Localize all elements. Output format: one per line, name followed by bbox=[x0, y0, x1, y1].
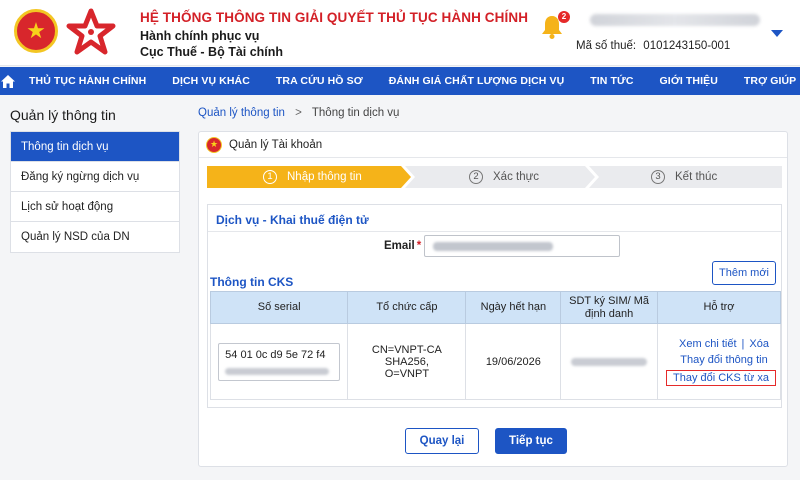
cell-serial: 54 01 0c d9 5e 72 f4 bbox=[209, 323, 349, 400]
table-row: 54 01 0c d9 5e 72 f4 CN=VNPT-CA SHA256, … bbox=[209, 323, 782, 400]
email-value-blurred bbox=[433, 242, 553, 251]
tax-id-row: Mã số thuế: 0101243150-001 bbox=[576, 40, 730, 52]
home-icon[interactable] bbox=[0, 67, 16, 95]
issuer-line2: O=VNPT bbox=[384, 367, 430, 380]
step-number: 1 bbox=[263, 170, 277, 184]
breadcrumb-current: Thông tin dịch vụ bbox=[311, 107, 400, 119]
email-label: Email * bbox=[384, 240, 421, 252]
step-finish: 3 Kết thúc bbox=[589, 166, 782, 188]
support-view-delete: Xem chi tiết | Xóa bbox=[672, 338, 776, 350]
nav-other-services[interactable]: DỊCH VỤ KHÁC bbox=[159, 67, 263, 95]
site-header: ★ HỆ THỐNG THÔNG TIN GIẢI QUYẾT THỦ TỤC … bbox=[0, 0, 800, 66]
cell-sim-id bbox=[560, 323, 658, 400]
step-label: Nhập thông tin bbox=[287, 171, 362, 183]
table-header-row: Số serial Tổ chức cấp Ngày hết hạn SDT k… bbox=[209, 291, 782, 324]
system-subtitle: Hành chính phục vụ bbox=[140, 29, 260, 43]
account-dropdown-icon[interactable] bbox=[771, 30, 783, 37]
sidebar-title: Quản lý thông tin bbox=[10, 107, 116, 123]
agency-name: Cục Thuế - Bộ Tài chính bbox=[140, 45, 284, 59]
sidebar-menu: Thông tin dịch vụ Đăng ký ngừng dịch vụ … bbox=[10, 131, 180, 253]
tax-id-value: 0101243150-001 bbox=[643, 40, 731, 52]
emblem-icon: ★ bbox=[206, 137, 222, 153]
step-number: 3 bbox=[651, 170, 665, 184]
change-cks-remote-link[interactable]: Thay đổi CKS từ xa bbox=[665, 369, 776, 386]
sidebar-item-user-management[interactable]: Quản lý NSD của DN bbox=[11, 222, 179, 252]
user-name-blurred[interactable] bbox=[590, 14, 760, 26]
continue-button[interactable]: Tiếp tục bbox=[495, 428, 567, 454]
notification-badge: 2 bbox=[558, 11, 570, 23]
nav-help[interactable]: TRỢ GIÚP bbox=[731, 67, 800, 95]
service-title: Dịch vụ - Khai thuế điện tử bbox=[216, 213, 369, 227]
cell-issuer: CN=VNPT-CA SHA256, O=VNPT bbox=[347, 323, 467, 400]
serial-box: 54 01 0c d9 5e 72 f4 bbox=[218, 342, 341, 381]
email-field[interactable] bbox=[424, 235, 620, 257]
view-details-link[interactable]: Xem chi tiết bbox=[679, 338, 736, 350]
breadcrumb-link[interactable]: Quản lý thông tin bbox=[198, 107, 285, 119]
issuer-line1: CN=VNPT-CA SHA256, bbox=[371, 343, 442, 368]
delete-link[interactable]: Xóa bbox=[749, 338, 769, 350]
add-new-button[interactable]: Thêm mới bbox=[712, 261, 776, 285]
step-verify: 2 Xác thực bbox=[405, 166, 595, 188]
card-header: ★ Quản lý Tài khoản bbox=[199, 132, 787, 158]
step-enter-info: 1 Nhập thông tin bbox=[207, 166, 411, 188]
step-label: Xác thực bbox=[493, 171, 540, 183]
system-title: HỆ THỐNG THÔNG TIN GIẢI QUYẾT THỦ TỤC HÀ… bbox=[140, 10, 529, 25]
nav-about[interactable]: GIỚI THIỆU bbox=[647, 67, 731, 95]
service-star-logo[interactable] bbox=[66, 8, 116, 56]
tax-id-label: Mã số thuế: bbox=[576, 40, 637, 52]
cks-table: Số serial Tổ chức cấp Ngày hết hạn SDT k… bbox=[209, 291, 782, 400]
breadcrumb: Quản lý thông tin > Thông tin dịch vụ bbox=[198, 107, 399, 119]
link-separator: | bbox=[741, 337, 745, 350]
account-management-card: ★ Quản lý Tài khoản 1 Nhập thông tin 2 X… bbox=[198, 131, 788, 467]
sim-id-blurred bbox=[571, 357, 648, 366]
breadcrumb-separator: > bbox=[295, 107, 302, 119]
col-expiry: Ngày hết hạn bbox=[465, 291, 562, 324]
main-navbar: THỦ TỤC HÀNH CHÍNH DỊCH VỤ KHÁC TRA CỨU … bbox=[0, 67, 800, 95]
serial-value: 54 01 0c d9 5e 72 f4 bbox=[225, 348, 326, 361]
sidebar-item-service-info[interactable]: Thông tin dịch vụ bbox=[11, 132, 179, 162]
sidebar-item-activity-history[interactable]: Lịch sử hoạt động bbox=[11, 192, 179, 222]
email-label-text: Email bbox=[384, 240, 415, 252]
nav-quality-rating[interactable]: ĐÁNH GIÁ CHẤT LƯỢNG DỊCH VỤ bbox=[376, 67, 578, 95]
national-emblem-logo[interactable]: ★ bbox=[14, 9, 58, 53]
cell-support: Xem chi tiết | Xóa Thay đổi thông tin Thay… bbox=[656, 323, 782, 400]
cell-expiry: 19/06/2026 bbox=[465, 323, 562, 400]
col-support: Hỗ trợ bbox=[656, 291, 782, 324]
divider bbox=[208, 231, 781, 232]
progress-stepper: 1 Nhập thông tin 2 Xác thực 3 Kết thúc bbox=[207, 166, 782, 188]
required-mark: * bbox=[416, 240, 422, 252]
cks-section-title: Thông tin CKS bbox=[210, 275, 294, 289]
nav-news[interactable]: TIN TỨC bbox=[577, 67, 646, 95]
service-panel: Dịch vụ - Khai thuế điện tử Email * Thông… bbox=[207, 204, 782, 408]
change-info-link[interactable]: Thay đổi thông tin bbox=[672, 354, 776, 366]
sidebar-item-stop-service[interactable]: Đăng ký ngừng dịch vụ bbox=[11, 162, 179, 192]
nav-procedures[interactable]: THỦ TỤC HÀNH CHÍNH bbox=[16, 67, 159, 95]
serial-extra-blurred bbox=[225, 367, 330, 375]
col-serial: Số serial bbox=[209, 291, 349, 324]
nav-lookup[interactable]: TRA CỨU HỒ SƠ bbox=[263, 67, 376, 95]
card-title: Quản lý Tài khoản bbox=[229, 139, 323, 151]
step-number: 2 bbox=[469, 170, 483, 184]
step-label: Kết thúc bbox=[675, 171, 718, 183]
col-issuer: Tổ chức cấp bbox=[347, 291, 467, 324]
back-button[interactable]: Quay lại bbox=[405, 428, 479, 454]
col-sim-id: SDT ký SIM/ Mã định danh bbox=[560, 291, 658, 324]
